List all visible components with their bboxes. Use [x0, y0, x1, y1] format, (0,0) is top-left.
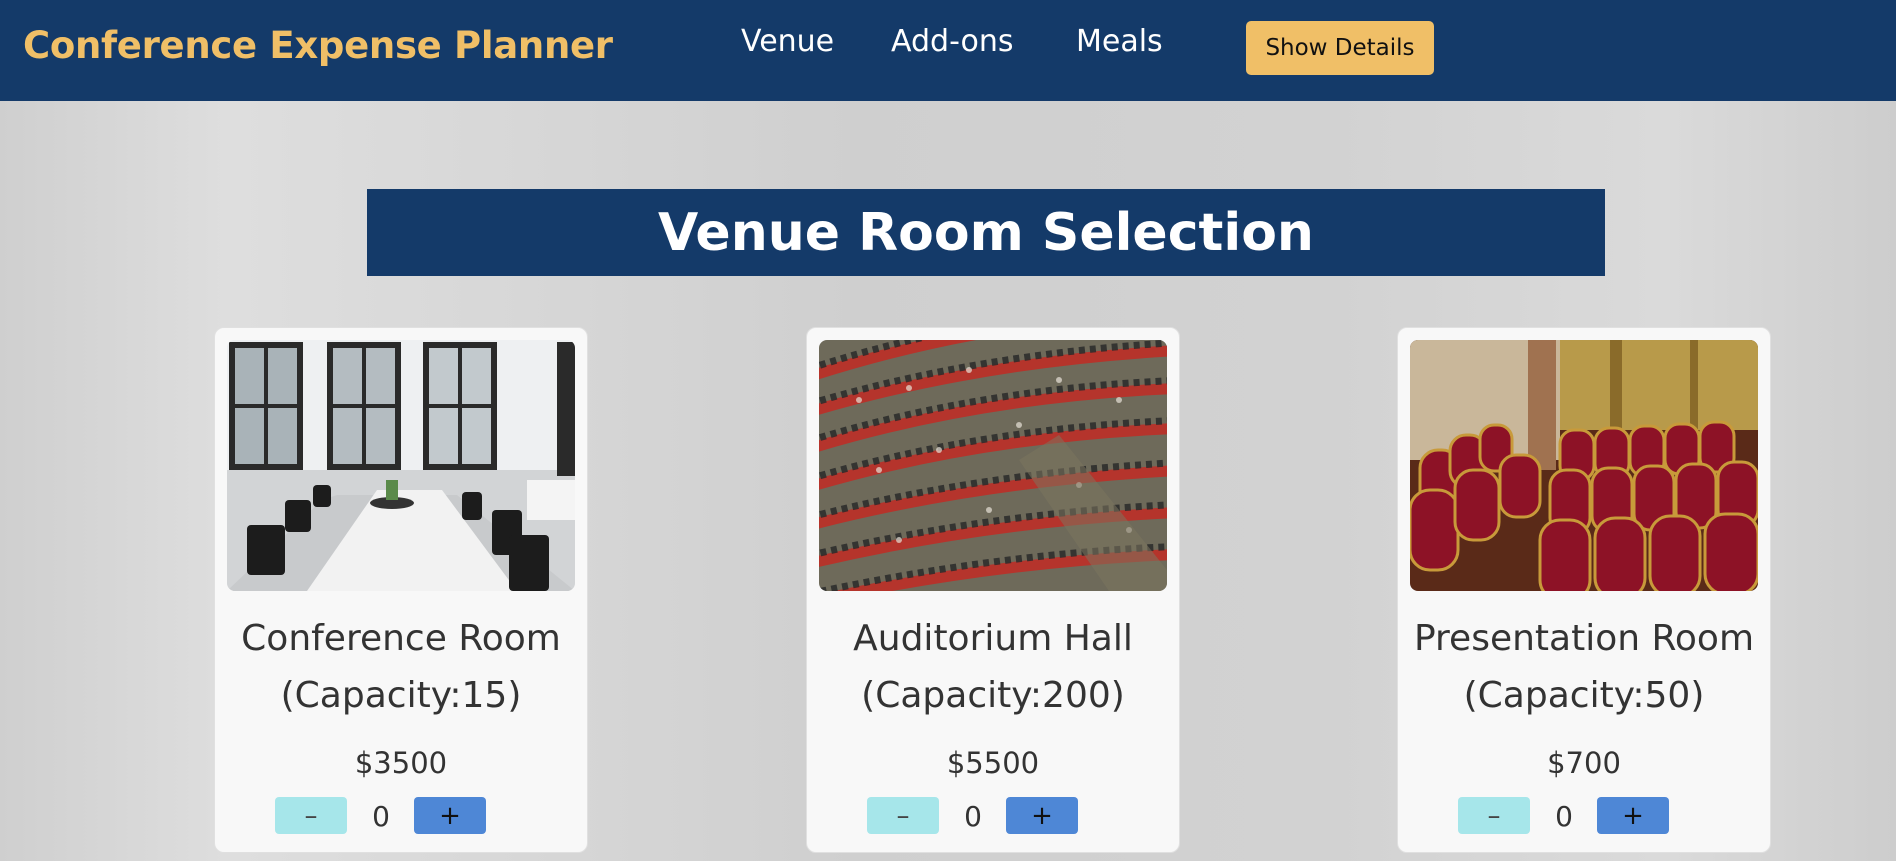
increment-button[interactable]: +: [1006, 797, 1078, 834]
increment-button[interactable]: +: [414, 797, 486, 834]
room-quantity: 0: [964, 800, 982, 833]
decrement-button[interactable]: –: [275, 797, 347, 834]
nav-link-meals[interactable]: Meals: [1076, 24, 1163, 59]
room-quantity: 0: [1555, 800, 1573, 833]
background-blurred-text: [745, 137, 1745, 181]
room-capacity: (Capacity:15): [280, 675, 522, 716]
room-name: Auditorium Hall: [853, 618, 1133, 659]
conference-room-photo: [227, 340, 575, 591]
room-quantity: 0: [372, 800, 390, 833]
decrement-button[interactable]: –: [1458, 797, 1530, 834]
room-price: $3500: [354, 746, 448, 780]
room-card-auditorium: Auditorium Hall (Capacity:200) $5500 – 0…: [806, 327, 1180, 853]
presentation-room-photo: [1410, 340, 1758, 591]
section-title: Venue Room Selection: [367, 189, 1605, 276]
room-name: Conference Room: [241, 618, 561, 659]
room-capacity: (Capacity:200): [861, 675, 1125, 716]
nav-link-venue[interactable]: Venue: [741, 24, 834, 59]
room-card-presentation: Presentation Room (Capacity:50) $700 – 0…: [1397, 327, 1771, 853]
auditorium-hall-photo: [819, 340, 1167, 591]
room-name: Presentation Room: [1413, 618, 1755, 659]
decrement-button[interactable]: –: [867, 797, 939, 834]
room-capacity: (Capacity:50): [1463, 675, 1705, 716]
room-card-conference: Conference Room (Capacity:15) $3500 – 0 …: [214, 327, 588, 853]
show-details-button[interactable]: Show Details: [1246, 21, 1434, 75]
room-price: $700: [1547, 746, 1621, 780]
nav-link-addons[interactable]: Add-ons: [891, 24, 1013, 59]
app-title: Conference Expense Planner: [23, 24, 613, 67]
room-price: $5500: [946, 746, 1040, 780]
increment-button[interactable]: +: [1597, 797, 1669, 834]
navbar: Conference Expense Planner Venue Add-ons…: [0, 0, 1896, 101]
